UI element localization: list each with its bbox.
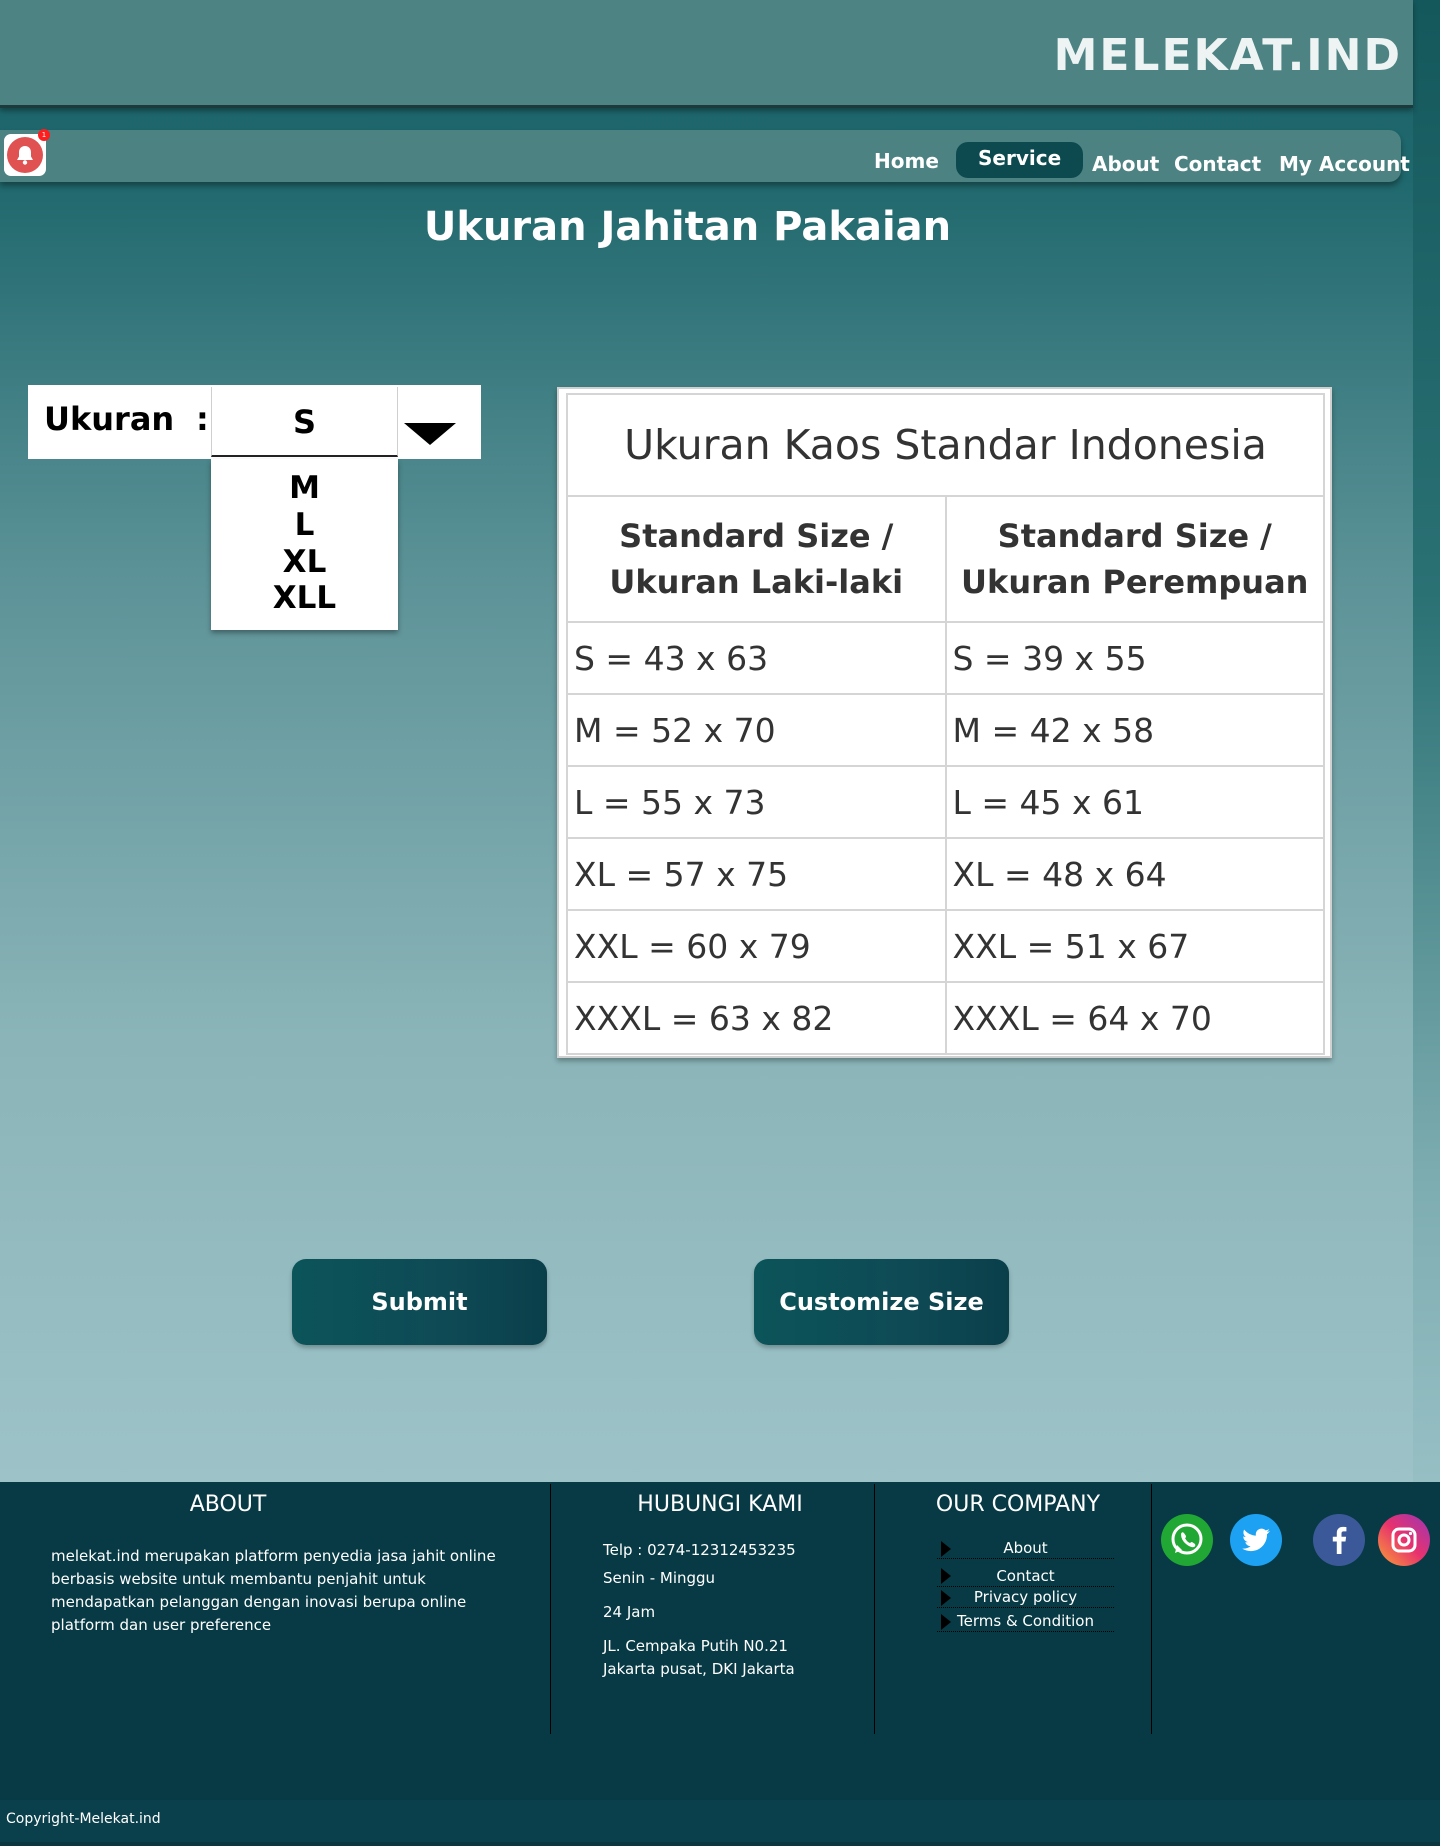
table-row: M = 52 x 70 M = 42 x 58 bbox=[566, 693, 1325, 767]
size-label: Ukuran bbox=[44, 400, 175, 438]
size-chart-image: Ukuran Kaos Standar Indonesia Standard S… bbox=[557, 387, 1332, 1058]
size-table: Ukuran Kaos Standar Indonesia Standard S… bbox=[566, 393, 1325, 1055]
nav-service[interactable]: Service bbox=[956, 142, 1084, 178]
size-table-header-men: Standard Size / Ukuran Laki-laki bbox=[566, 495, 947, 623]
size-table-title: Ukuran Kaos Standar Indonesia bbox=[566, 393, 1325, 497]
table-cell-women: XXXL = 64 x 70 bbox=[944, 981, 1325, 1055]
table-cell-men: M = 52 x 70 bbox=[566, 693, 947, 767]
footer-hours: 24 Jam bbox=[603, 1603, 656, 1621]
table-cell-women: L = 45 x 61 bbox=[944, 765, 1325, 839]
table-row: L = 55 x 73 L = 45 x 61 bbox=[566, 765, 1325, 839]
scroll-strip bbox=[1413, 0, 1440, 1482]
instagram-icon[interactable] bbox=[1378, 1514, 1430, 1566]
submit-button[interactable]: Submit bbox=[292, 1259, 547, 1345]
size-select[interactable]: S bbox=[211, 387, 398, 457]
customize-size-button[interactable]: Customize Size bbox=[754, 1259, 1009, 1345]
size-colon: : bbox=[196, 400, 209, 438]
nav-about[interactable]: About bbox=[1092, 147, 1159, 181]
chevron-down-icon[interactable] bbox=[404, 423, 456, 445]
footer-link-contact[interactable]: Contact bbox=[937, 1565, 1114, 1587]
footer-divider bbox=[1151, 1484, 1152, 1734]
brand-logo[interactable]: MELEKAT.IND bbox=[1054, 30, 1402, 81]
nav-contact[interactable]: Contact bbox=[1174, 147, 1261, 181]
notification-button[interactable] bbox=[4, 134, 46, 176]
table-row: XXXL = 63 x 82 XXXL = 64 x 70 bbox=[566, 981, 1325, 1055]
whatsapp-icon[interactable] bbox=[1161, 1514, 1213, 1566]
table-cell-men: XXXL = 63 x 82 bbox=[566, 981, 947, 1055]
footer-divider bbox=[550, 1484, 551, 1734]
footer-contact-heading: HUBUNGI KAMI bbox=[637, 1492, 803, 1517]
footer-about-text: melekat.ind merupakan platform penyedia … bbox=[51, 1547, 496, 1634]
table-row: XL = 57 x 75 XL = 48 x 64 bbox=[566, 837, 1325, 911]
nav-home[interactable]: Home bbox=[874, 144, 939, 178]
size-option-m[interactable]: M bbox=[211, 470, 398, 507]
table-cell-men: S = 43 x 63 bbox=[566, 621, 947, 695]
footer-address-line1: JL. Cempaka Putih N0.21 bbox=[603, 1637, 788, 1655]
copyright-text: Copyright-Melekat.ind bbox=[6, 1811, 161, 1827]
nav-my-account[interactable]: My Account bbox=[1279, 147, 1410, 181]
size-option-xl[interactable]: XL bbox=[211, 544, 398, 581]
footer-days: Senin - Minggu bbox=[603, 1569, 716, 1587]
notification-badge: 1 bbox=[38, 129, 50, 141]
header-men-line1: Standard Size / bbox=[619, 516, 894, 555]
footer-link-privacy[interactable]: Privacy policy bbox=[937, 1586, 1114, 1608]
footer-link-terms[interactable]: Terms & Condition bbox=[937, 1610, 1114, 1632]
copyright-bar bbox=[0, 1800, 1440, 1842]
footer-phone: Telp : 0274-12312453235 bbox=[603, 1541, 796, 1559]
bell-icon bbox=[7, 137, 43, 173]
footer-divider bbox=[874, 1484, 875, 1734]
table-cell-women: XXL = 51 x 67 bbox=[944, 909, 1325, 983]
table-cell-men: XXL = 60 x 79 bbox=[566, 909, 947, 983]
size-option-l[interactable]: L bbox=[211, 507, 398, 544]
table-cell-men: XL = 57 x 75 bbox=[566, 837, 947, 911]
twitter-icon[interactable] bbox=[1230, 1514, 1282, 1566]
footer-company-heading: OUR COMPANY bbox=[935, 1492, 1101, 1517]
table-cell-women: M = 42 x 58 bbox=[944, 693, 1325, 767]
table-row: S = 43 x 63 S = 39 x 55 bbox=[566, 621, 1325, 695]
page-title: Ukuran Jahitan Pakaian bbox=[423, 204, 952, 250]
size-dropdown-menu: M L XL XLL bbox=[211, 459, 398, 630]
header-women-line2: Ukuran Perempuan bbox=[961, 563, 1309, 601]
table-row: XXL = 60 x 79 XXL = 51 x 67 bbox=[566, 909, 1325, 983]
footer-about-heading: ABOUT bbox=[189, 1492, 267, 1517]
header-men-line2: Ukuran Laki-laki bbox=[609, 563, 904, 601]
size-table-header-women: Standard Size / Ukuran Perempuan bbox=[944, 495, 1325, 623]
header-women-line1: Standard Size / bbox=[997, 516, 1272, 555]
bottom-line bbox=[0, 1842, 1440, 1846]
size-option-xll[interactable]: XLL bbox=[211, 581, 398, 615]
footer-link-about[interactable]: About bbox=[937, 1537, 1114, 1559]
footer-address-line2: Jakarta pusat, DKI Jakarta bbox=[603, 1660, 795, 1678]
table-cell-men: L = 55 x 73 bbox=[566, 765, 947, 839]
table-cell-women: S = 39 x 55 bbox=[944, 621, 1325, 695]
table-cell-women: XL = 48 x 64 bbox=[944, 837, 1325, 911]
facebook-icon[interactable] bbox=[1313, 1514, 1365, 1566]
